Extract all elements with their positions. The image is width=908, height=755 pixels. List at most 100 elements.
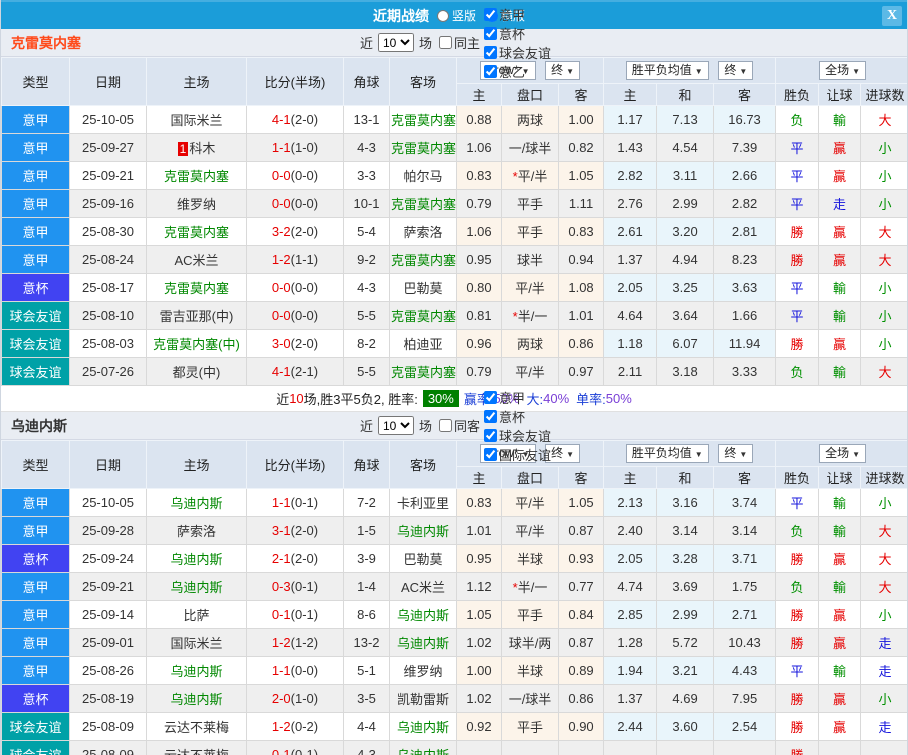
handicap-text: 半/一 [517, 309, 548, 324]
away-team: 萨索洛 [389, 217, 457, 246]
full-match-dropdown[interactable]: 全场 ▼ [819, 444, 866, 463]
avg-home: 1.18 [603, 329, 658, 358]
league-checkbox[interactable] [484, 64, 498, 78]
avg-draw: 6.07 [656, 329, 715, 358]
halftime-score: (0-0) [290, 168, 319, 183]
result-handicap: 贏 [818, 712, 862, 741]
handicap-text: 平/半 [515, 524, 545, 539]
avg-draw: 7.13 [656, 105, 715, 134]
league-filter[interactable]: 球会友谊 [484, 43, 551, 62]
home-team-name: 雷吉亚那(中) [159, 309, 234, 324]
result-goals [860, 740, 907, 755]
same-venue-checkbox[interactable] [439, 419, 452, 432]
league-type-badge: 意甲 [1, 133, 70, 162]
same-venue-checkbox[interactable] [439, 36, 452, 49]
halftime-score: (1-0) [290, 140, 319, 155]
avg-draw: 2.99 [656, 600, 715, 629]
avg-away: 2.66 [713, 161, 777, 190]
home-team: 云达不莱梅 [146, 712, 247, 741]
home-odds: 1.00 [456, 656, 502, 685]
away-odds: 0.82 [557, 133, 605, 162]
result-goals: 大 [860, 357, 907, 386]
league-checkbox[interactable] [484, 45, 498, 59]
league-filter[interactable]: 球会友谊 [484, 426, 551, 445]
avg-draw: 3.69 [656, 572, 715, 601]
handicap-text: 半/一 [517, 580, 548, 595]
close-icon[interactable]: X [882, 6, 902, 26]
league-filter[interactable]: 意甲 [484, 388, 551, 407]
handicap: 一/球半 [501, 133, 559, 162]
result-handicap: 輸 [818, 572, 862, 601]
league-filters: 意甲 意杯 球会友谊 国际友谊 [480, 388, 551, 464]
league-filter[interactable]: 意杯 [484, 407, 551, 426]
handicap: 一/球半 [501, 684, 559, 713]
league-filter[interactable]: 意乙 [484, 62, 551, 81]
handicap [501, 740, 559, 755]
avg-home: 2.13 [603, 488, 658, 517]
sub-col-goals: 进球数 [860, 83, 907, 106]
full-match-dropdown[interactable]: 全场 ▼ [819, 61, 866, 80]
handicap: 平手 [501, 217, 559, 246]
corner-score: 3-9 [343, 544, 390, 573]
home-team: AC米兰 [146, 245, 247, 274]
away-team-name: 帕尔马 [403, 169, 443, 184]
score: 4-1(2-1) [246, 357, 344, 386]
home-team-name: 乌迪内斯 [170, 496, 223, 511]
league-checkbox[interactable] [484, 447, 498, 461]
league-checkbox[interactable] [484, 26, 498, 40]
league-checkbox[interactable] [484, 7, 498, 21]
same-venue-filter[interactable]: 同客 [439, 416, 480, 435]
home-team-name: 乌迪内斯 [170, 580, 223, 595]
match-row: 意杯 25-08-19 乌迪内斯 2-0(1-0) 3-5 凯勒雷斯 1.02 … [1, 684, 907, 713]
league-checkbox[interactable] [484, 409, 498, 423]
wdl-avg-dropdown[interactable]: 胜平负均值 ▼ [625, 61, 709, 80]
home-team-name: 萨索洛 [176, 524, 216, 539]
match-row: 意杯 25-08-17 克雷莫内塞 0-0(0-0) 4-3 巴勒莫 0.80 … [1, 273, 907, 302]
handicap: 半球 [501, 544, 559, 573]
halftime-score: (2-0) [290, 112, 319, 127]
league-filter[interactable]: 意甲 [484, 5, 551, 24]
corner-score: 5-5 [343, 301, 390, 330]
avg-home: 1.37 [603, 245, 658, 274]
handicap: 平手 [501, 712, 559, 741]
home-odds: 0.83 [456, 161, 502, 190]
home-team-name: 乌迪内斯 [170, 664, 223, 679]
final-dropdown-2[interactable]: 终 ▼ [718, 444, 754, 463]
home-team: 都灵(中) [146, 357, 247, 386]
col-type: 类型 [1, 440, 70, 489]
score: 0-0(0-0) [246, 273, 344, 302]
fulltime-score: 0-1 [271, 747, 291, 755]
match-count-select[interactable]: 10 [377, 416, 414, 435]
result-handicap: 輸 [818, 105, 862, 134]
home-odds: 0.95 [456, 245, 502, 274]
avg-draw: 3.60 [656, 712, 715, 741]
away-team-name: 凯勒雷斯 [396, 692, 449, 707]
team-section-cremonese: 克雷莫内塞 近 10 场 同主 意甲 意杯 球会友谊 意乙 类型 日期 主场 比… [1, 7, 907, 412]
same-venue-filter[interactable]: 同主 [439, 33, 480, 52]
league-checkbox[interactable] [484, 390, 498, 404]
recent-results-panel: 近期战绩 竖版 横版 X 克雷莫内塞 近 10 场 同主 意甲 意杯 球会友谊 … [0, 0, 908, 755]
final-dropdown-2[interactable]: 终 ▼ [718, 61, 754, 80]
match-date: 25-07-26 [69, 357, 147, 386]
league-filter[interactable]: 意杯 [484, 24, 551, 43]
chevron-down-icon: ▼ [566, 450, 575, 459]
league-type-badge: 球会友谊 [1, 712, 70, 741]
handicap-text: 平/半 [515, 365, 545, 380]
league-type-badge: 意杯 [1, 273, 70, 302]
match-date: 25-08-17 [69, 273, 147, 302]
fulltime-score: 0-0 [271, 280, 291, 295]
avg-home: 1.94 [603, 656, 658, 685]
league-filter[interactable]: 国际友谊 [484, 445, 551, 464]
matches-body: 意甲 25-10-05 国际米兰 4-1(2-0) 13-1 克雷莫内塞 0.8… [1, 105, 907, 386]
home-odds: 0.83 [456, 488, 502, 517]
sub-col-wdl: 胜负 [775, 83, 820, 106]
handicap-text: 平手 [516, 608, 543, 623]
match-date: 25-08-26 [69, 656, 147, 685]
match-row: 球会友谊 25-08-09 云达不莱梅 0-1(0-1) 4-3 乌迪内斯 勝 [1, 740, 907, 755]
avg-draw [656, 740, 715, 755]
match-row: 意甲 25-09-27 1 科木 1-1(1-0) 4-3 克雷莫内塞 1.06 … [1, 133, 907, 162]
wdl-avg-dropdown[interactable]: 胜平负均值 ▼ [625, 444, 709, 463]
match-count-select[interactable]: 10 [377, 33, 414, 52]
score: 1-2(0-2) [246, 712, 344, 741]
league-checkbox[interactable] [484, 428, 498, 442]
